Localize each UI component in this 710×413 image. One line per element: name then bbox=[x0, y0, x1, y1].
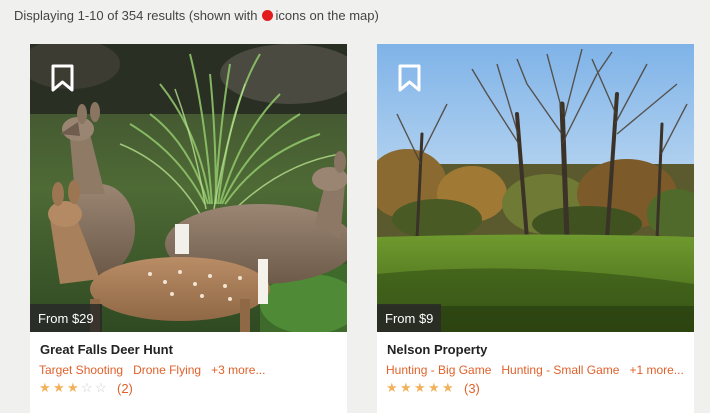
star-empty-icon: ☆ bbox=[95, 380, 107, 395]
star-filled-icon: ★ bbox=[400, 380, 412, 395]
meadow-trees-photo bbox=[377, 44, 694, 332]
star-filled-icon: ★ bbox=[414, 380, 426, 395]
rating-stars: ★ ★ ★ ★ ★ bbox=[386, 380, 456, 396]
bookmark-icon[interactable] bbox=[397, 64, 422, 92]
star-filled-icon: ★ bbox=[428, 380, 440, 395]
star-rating: ★ ★ ★ ★ ★ (3) bbox=[386, 380, 480, 396]
star-filled-icon: ★ bbox=[386, 380, 398, 395]
review-count[interactable]: (2) bbox=[117, 381, 133, 396]
star-filled-icon: ★ bbox=[67, 380, 79, 395]
listing-photo[interactable]: From $29 bbox=[30, 44, 347, 332]
activity-tag[interactable]: Hunting - Big Game bbox=[386, 363, 491, 377]
star-filled-icon: ★ bbox=[53, 380, 65, 395]
price-tag: From $9 bbox=[377, 304, 442, 332]
rating-stars: ★ ★ ★ ☆ ☆ bbox=[39, 380, 109, 396]
listing-card[interactable]: From $29 Great Falls Deer Hunt Target Sh… bbox=[30, 44, 347, 413]
star-filled-icon: ★ bbox=[39, 380, 51, 395]
activity-tags: Target Shooting Drone Flying +3 more... bbox=[39, 363, 265, 377]
more-tags-link[interactable]: +3 more... bbox=[211, 363, 265, 377]
bookmark-icon[interactable] bbox=[50, 64, 75, 92]
star-empty-icon: ☆ bbox=[81, 380, 93, 395]
activity-tag[interactable]: Hunting - Small Game bbox=[501, 363, 619, 377]
listing-photo[interactable]: From $9 bbox=[377, 44, 694, 332]
activity-tag[interactable]: Target Shooting bbox=[39, 363, 123, 377]
price-tag: From $29 bbox=[30, 304, 102, 332]
map-marker-icon bbox=[261, 10, 273, 21]
listing-title[interactable]: Nelson Property bbox=[387, 342, 487, 357]
more-tags-link[interactable]: +1 more... bbox=[629, 363, 683, 377]
listing-title[interactable]: Great Falls Deer Hunt bbox=[40, 342, 173, 357]
results-prefix: Displaying 1-10 of 354 results (shown wi… bbox=[14, 8, 258, 23]
results-summary: Displaying 1-10 of 354 results (shown wi… bbox=[14, 8, 379, 23]
activity-tags: Hunting - Big Game Hunting - Small Game … bbox=[386, 363, 684, 377]
review-count[interactable]: (3) bbox=[464, 381, 480, 396]
deer-photo bbox=[30, 44, 347, 332]
activity-tag[interactable]: Drone Flying bbox=[133, 363, 201, 377]
listing-card[interactable]: From $9 Nelson Property Hunting - Big Ga… bbox=[377, 44, 694, 413]
results-suffix: icons on the map) bbox=[275, 8, 379, 23]
star-rating: ★ ★ ★ ☆ ☆ (2) bbox=[39, 380, 133, 396]
star-filled-icon: ★ bbox=[442, 380, 454, 395]
